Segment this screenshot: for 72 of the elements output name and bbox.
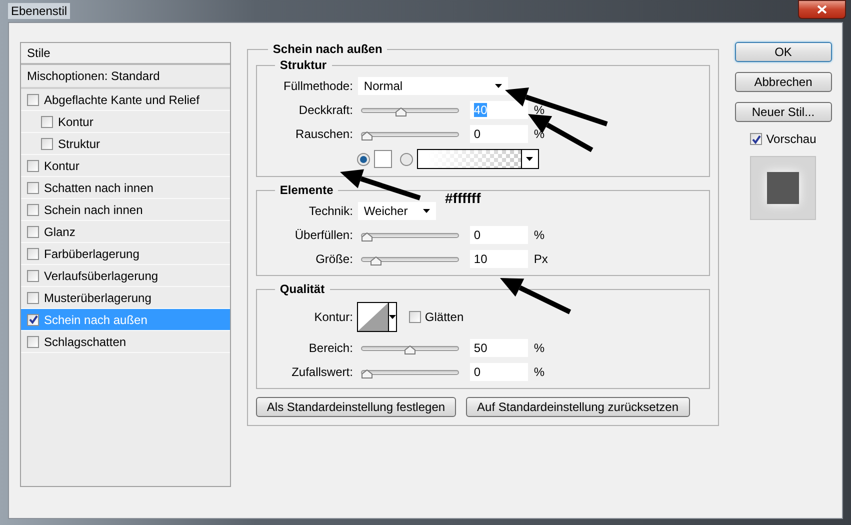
slider-thumb[interactable] xyxy=(404,344,416,354)
slider-thumb[interactable] xyxy=(360,368,373,378)
unit-label: Px xyxy=(534,252,548,266)
number-field[interactable]: 0 xyxy=(468,124,529,144)
slider-thumb[interactable] xyxy=(395,106,408,116)
caret-icon xyxy=(422,209,430,213)
section-title: Schein nach außen xyxy=(272,42,384,56)
contour-picker[interactable] xyxy=(356,302,397,332)
field-label: Überfüllen: xyxy=(294,228,354,242)
group-title: Qualität xyxy=(278,282,326,296)
default-button[interactable]: Auf Standardeinstellung zurücksetzen xyxy=(466,397,690,417)
checkbox-label: Glätten xyxy=(424,310,464,324)
field-label: Größe: xyxy=(314,252,354,266)
annotation-arrow xyxy=(500,278,572,314)
slider-thumb[interactable] xyxy=(370,256,382,266)
checkbox[interactable] xyxy=(27,160,39,172)
checkbox-label: Vorschau xyxy=(766,132,816,146)
dropdown[interactable]: Weicher xyxy=(356,201,437,221)
field-label: Füllmethode: xyxy=(282,79,354,93)
caret-icon xyxy=(526,157,534,161)
unit-label: % xyxy=(534,365,545,379)
number-field[interactable]: 0 xyxy=(468,362,529,382)
checkbox[interactable] xyxy=(27,336,39,348)
default-button[interactable]: Als Standardeinstellung festlegen xyxy=(256,397,456,417)
unit-label: % xyxy=(534,127,545,141)
close-icon xyxy=(817,5,827,14)
field-label: Deckkraft: xyxy=(298,103,354,117)
field-label: Zufallswert: xyxy=(290,365,354,379)
caret-icon xyxy=(388,315,396,319)
checkbox[interactable] xyxy=(27,270,39,282)
unit-label: % xyxy=(534,228,545,242)
radio-dot-icon xyxy=(360,156,367,162)
close-button[interactable] xyxy=(798,0,846,19)
window-title: Ebenenstil xyxy=(8,3,70,19)
radio-button[interactable] xyxy=(400,152,413,166)
number-field[interactable]: 10 xyxy=(468,249,529,269)
checkbox[interactable] xyxy=(27,248,39,260)
dialog-button[interactable]: Abbrechen xyxy=(734,72,832,92)
slider-thumb[interactable] xyxy=(360,130,373,140)
field-label: Bereich: xyxy=(308,341,354,355)
checkbox[interactable] xyxy=(27,314,39,326)
annotation-text: #ffffff xyxy=(445,190,481,206)
radio-button[interactable] xyxy=(356,152,370,166)
dialog-button[interactable]: OK xyxy=(734,42,832,62)
checkbox[interactable] xyxy=(27,182,39,194)
field-label: Rauschen: xyxy=(294,127,354,141)
slider-thumb[interactable] xyxy=(360,232,373,242)
number-field[interactable]: 50 xyxy=(468,338,529,358)
unit-label: % xyxy=(534,103,545,117)
checkbox[interactable] xyxy=(27,94,39,106)
dialog-button[interactable]: Neuer Stil... xyxy=(734,102,832,122)
checkbox[interactable] xyxy=(27,226,39,238)
checkbox[interactable] xyxy=(750,133,762,145)
check-icon xyxy=(752,134,761,144)
check-icon xyxy=(28,315,38,324)
gradient-picker[interactable] xyxy=(416,149,539,169)
unit-label: % xyxy=(534,341,545,355)
dropdown[interactable]: Normal xyxy=(356,76,509,96)
color-swatch[interactable] xyxy=(374,150,392,168)
caret-icon xyxy=(494,84,502,88)
field-label: Technik: xyxy=(308,204,354,218)
checkbox[interactable] xyxy=(41,138,53,150)
field-label: Kontur: xyxy=(313,310,354,324)
group-title: Elemente xyxy=(278,183,334,197)
number-field[interactable]: 0 xyxy=(468,225,529,245)
style-preview xyxy=(750,156,816,220)
list-header: Stile xyxy=(21,43,230,65)
checkbox[interactable] xyxy=(27,204,39,216)
checkbox[interactable] xyxy=(27,292,39,304)
group-title: Struktur xyxy=(278,58,328,72)
checkbox[interactable] xyxy=(408,311,421,323)
checkbox[interactable] xyxy=(41,116,53,128)
